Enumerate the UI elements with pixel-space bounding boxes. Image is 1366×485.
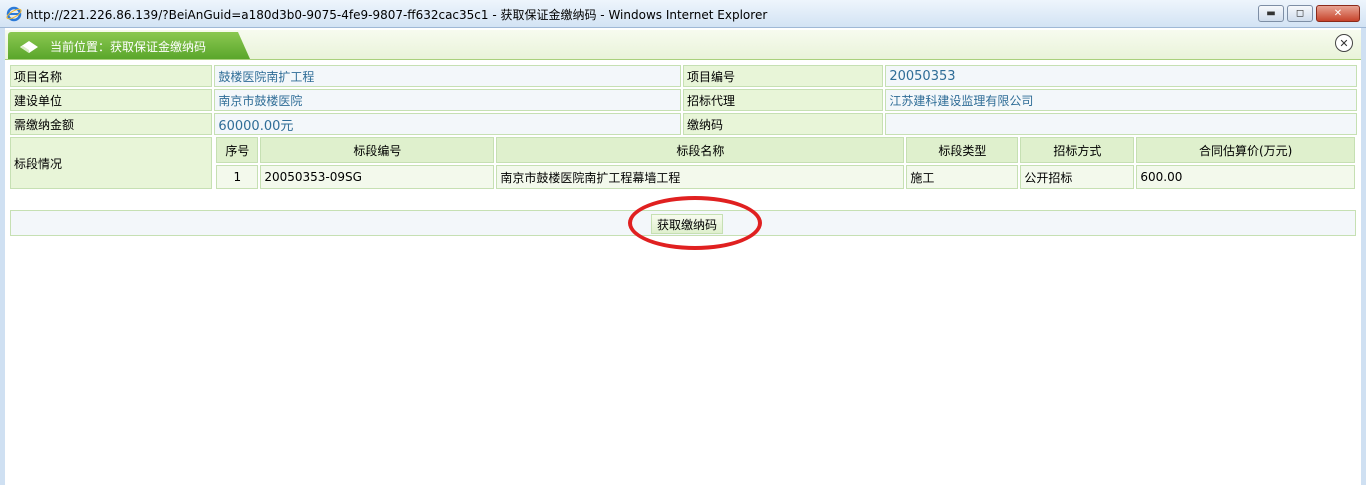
project-name-label: 项目名称 xyxy=(10,65,213,87)
maximize-button[interactable]: ◻ xyxy=(1287,5,1313,22)
close-page-icon: ✕ xyxy=(1339,36,1349,50)
section-header-row: 序号 标段编号 标段名称 标段类型 招标方式 合同估算价(万元) xyxy=(216,137,1355,163)
code-label: 缴纳码 xyxy=(682,113,884,135)
row-contract-price: 600.00 xyxy=(1136,165,1355,189)
section-cell: 序号 标段编号 标段名称 标段类型 招标方式 合同估算价(万元) 1 20050… xyxy=(214,137,1357,189)
agent-value: 江苏建科建设监理有限公司 xyxy=(885,89,1357,111)
project-name-value: 鼓楼医院南扩工程 xyxy=(214,65,681,87)
project-no-label: 项目编号 xyxy=(682,65,884,87)
header-bid-method: 招标方式 xyxy=(1020,137,1135,163)
location-text: 当前位置：获取保证金缴纳码 xyxy=(50,40,207,54)
close-page-button[interactable]: ✕ xyxy=(1335,34,1353,52)
amount-label: 需缴纳金额 xyxy=(10,113,213,135)
project-info-table: 项目名称 鼓楼医院南扩工程 项目编号 20050353 建设单位 南京市鼓楼医院… xyxy=(8,63,1359,191)
info-row-builder: 建设单位 南京市鼓楼医院 招标代理 江苏建科建设监理有限公司 xyxy=(10,89,1357,111)
header-contract-price: 合同估算价(万元) xyxy=(1136,137,1355,163)
info-row-amount: 需缴纳金额 60000.00元 缴纳码 xyxy=(10,113,1357,135)
builder-value: 南京市鼓楼医院 xyxy=(214,89,681,111)
header-section-no: 标段编号 xyxy=(260,137,495,163)
location-tab: 当前位置：获取保证金缴纳码 xyxy=(8,32,250,59)
window-title: http://221.226.86.139/?BeiAnGuid=a180d3b… xyxy=(26,8,768,22)
builder-label: 建设单位 xyxy=(10,89,213,111)
table-row: 1 20050353-09SG 南京市鼓楼医院南扩工程幕墙工程 施工 公开招标 … xyxy=(216,165,1355,189)
row-section-type: 施工 xyxy=(906,165,1019,189)
minimize-icon: ▬ xyxy=(1266,8,1276,19)
project-no-value: 20050353 xyxy=(885,65,1357,87)
window-frame-right xyxy=(1361,28,1366,485)
row-section-name: 南京市鼓楼医院南扩工程幕墙工程 xyxy=(496,165,905,189)
code-value xyxy=(885,113,1357,135)
location-icon xyxy=(20,41,38,53)
row-index: 1 xyxy=(216,165,259,189)
section-table: 序号 标段编号 标段名称 标段类型 招标方式 合同估算价(万元) 1 20050… xyxy=(214,135,1357,191)
header-section-name: 标段名称 xyxy=(496,137,905,163)
row-section-no: 20050353-09SG xyxy=(260,165,495,189)
location-bar: 当前位置：获取保证金缴纳码 ✕ xyxy=(5,30,1361,60)
get-payment-code-button[interactable]: 获取缴纳码 xyxy=(651,214,723,234)
header-section-type: 标段类型 xyxy=(906,137,1019,163)
header-index: 序号 xyxy=(216,137,259,163)
close-icon: ✕ xyxy=(1333,8,1343,19)
maximize-icon: ◻ xyxy=(1295,8,1305,19)
info-row-project: 项目名称 鼓楼医院南扩工程 项目编号 20050353 xyxy=(10,65,1357,87)
agent-label: 招标代理 xyxy=(682,89,884,111)
window-controls: ▬ ◻ ✕ xyxy=(1255,5,1360,23)
section-label: 标段情况 xyxy=(10,137,213,189)
action-bar: 获取缴纳码 xyxy=(10,210,1356,236)
close-window-button[interactable]: ✕ xyxy=(1316,5,1360,22)
minimize-button[interactable]: ▬ xyxy=(1258,5,1284,22)
page-content: 当前位置：获取保证金缴纳码 ✕ 项目名称 鼓楼医院南扩工程 项目编号 20050… xyxy=(5,28,1361,485)
internet-explorer-icon xyxy=(6,6,22,22)
info-row-sections: 标段情况 序号 标段编号 标段名称 标段类型 招标方式 合同估算价(万元) 1 … xyxy=(10,137,1357,189)
row-bid-method: 公开招标 xyxy=(1020,165,1135,189)
amount-value: 60000.00元 xyxy=(214,113,681,135)
window-titlebar: http://221.226.86.139/?BeiAnGuid=a180d3b… xyxy=(0,0,1366,28)
